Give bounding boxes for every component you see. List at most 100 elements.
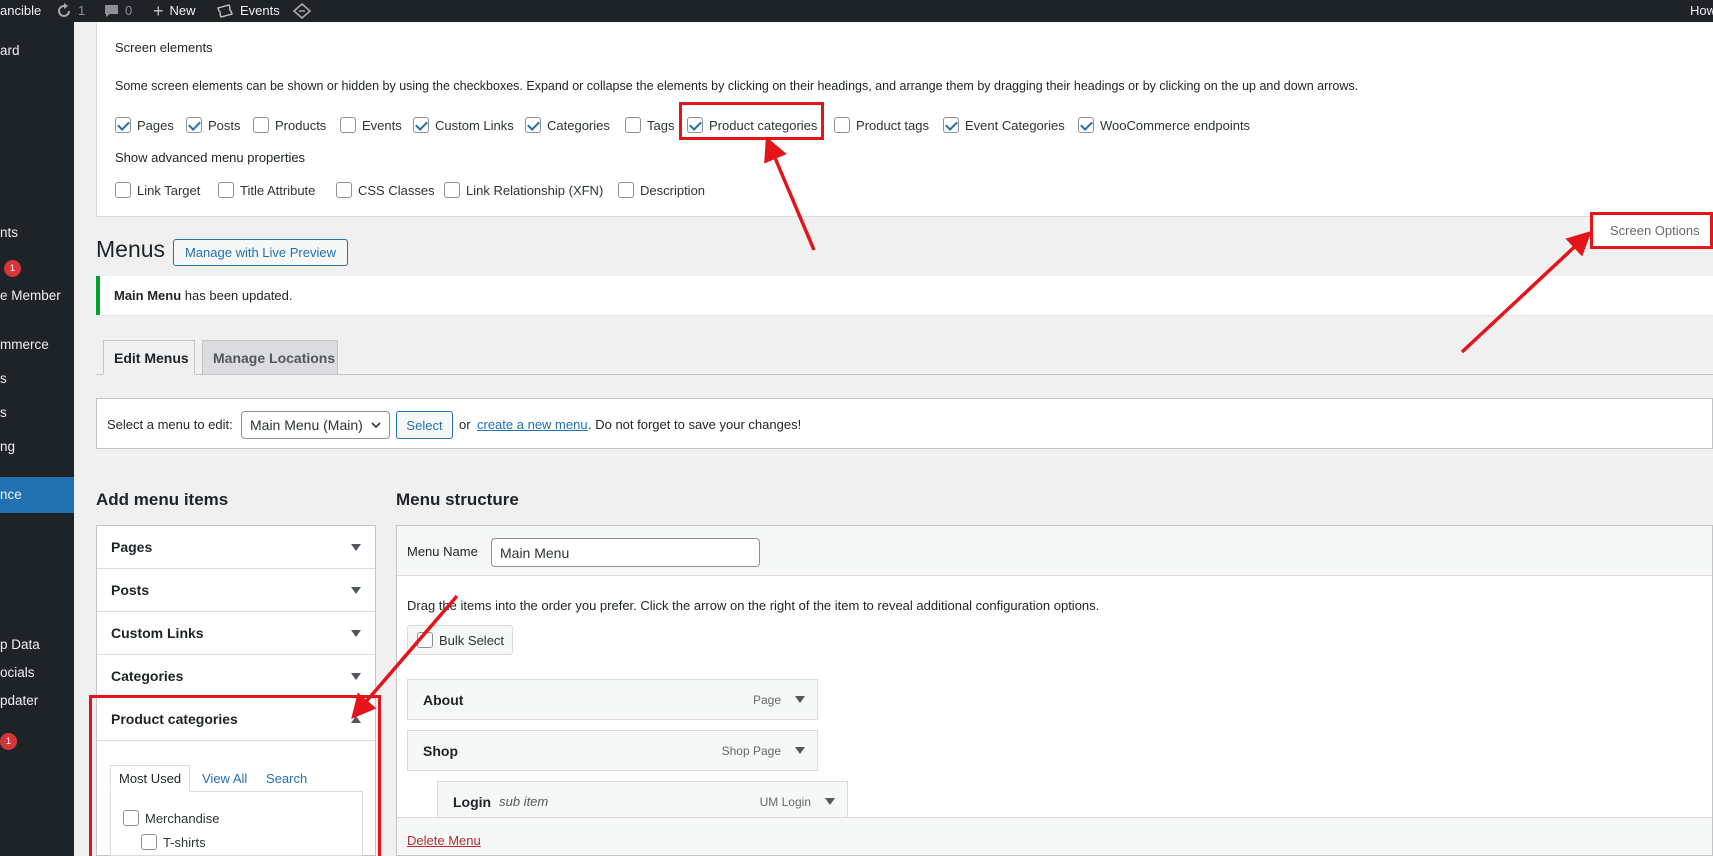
bulk-select-checkbox[interactable]: Bulk Select <box>417 632 504 648</box>
update-badge: 1 <box>0 733 17 750</box>
accordion-pages[interactable]: Pages <box>97 526 375 569</box>
checkbox-product-tags[interactable]: Product tags <box>834 117 929 133</box>
sidebar-item-updater[interactable]: pdater <box>0 693 74 713</box>
accordion-categories[interactable]: Categories <box>97 655 375 698</box>
create-new-menu-link[interactable]: create a new menu <box>477 417 588 432</box>
tabs-divider <box>96 374 1713 375</box>
checkbox-box[interactable] <box>444 182 460 198</box>
checkbox-box[interactable] <box>413 117 429 133</box>
triangle-down-icon <box>351 587 361 594</box>
updates-link[interactable]: 1 <box>56 0 85 22</box>
sidebar-item-marketing[interactable]: ng <box>0 439 74 459</box>
checkbox-box[interactable] <box>340 117 356 133</box>
howdy-link[interactable]: How <box>1690 0 1713 22</box>
triangle-down-icon[interactable] <box>795 696 805 703</box>
page-title: Menus <box>96 236 166 262</box>
menu-item-login[interactable]: Login sub item UM Login <box>437 781 848 822</box>
checkbox-box[interactable] <box>115 182 131 198</box>
menu-item-about[interactable]: About Page <box>407 679 818 720</box>
menu-header: Menu Name Main Menu <box>397 526 1712 576</box>
checkbox-label: Tags <box>647 117 675 133</box>
checkbox-box[interactable] <box>253 117 269 133</box>
accordion-posts[interactable]: Posts <box>97 569 375 612</box>
accordion-custom-links[interactable]: Custom Links <box>97 612 375 655</box>
sidebar-item-label: ocials <box>0 665 35 680</box>
events-link[interactable]: Events <box>217 0 280 22</box>
menu-item-title: About <box>423 691 464 708</box>
menu-name-input[interactable]: Main Menu <box>491 538 760 567</box>
checkbox-box[interactable] <box>525 117 541 133</box>
comment-icon <box>105 5 118 17</box>
checkbox-box[interactable] <box>186 117 202 133</box>
checkbox-categories[interactable]: Categories <box>525 117 610 133</box>
checkbox-css-classes[interactable]: CSS Classes <box>336 182 435 198</box>
tab-most-used[interactable]: Most Used <box>110 765 191 792</box>
sidebar-item-analytics[interactable]: s <box>0 405 74 425</box>
checkbox-label: Product tags <box>856 117 929 133</box>
sidebar-item-woocommerce[interactable]: mmerce <box>0 337 74 357</box>
plugin-menu-link[interactable] <box>292 0 312 22</box>
checkbox-box[interactable] <box>336 182 352 198</box>
comments-link[interactable]: 0 <box>104 0 132 22</box>
sidebar-item-dashboard[interactable]: ard <box>0 43 74 63</box>
add-menu-items-heading: Add menu items <box>96 490 229 509</box>
select-menu-button[interactable]: Select <box>396 411 453 439</box>
sidebar-item-events[interactable]: nts <box>0 225 74 245</box>
site-name: ancible <box>0 3 42 18</box>
sidebar-item-ultimate-member[interactable]: e Member <box>0 288 74 308</box>
checkbox-box[interactable] <box>618 182 634 198</box>
delete-menu-link[interactable]: Delete Menu <box>407 833 481 848</box>
checkbox-tags[interactable]: Tags <box>625 117 674 133</box>
sub-item-label: sub item <box>499 794 549 809</box>
checkbox-pages[interactable]: Pages <box>115 117 174 133</box>
tab-edit-menus[interactable]: Edit Menus <box>103 340 195 375</box>
menu-item-type: Page <box>752 692 781 707</box>
menu-item-title: Login <box>453 793 492 810</box>
menu-select-dropdown[interactable]: Main Menu (Main) <box>241 411 390 439</box>
manage-live-preview-button[interactable]: Manage with Live Preview <box>173 239 348 266</box>
sidebar-item-label: ard <box>0 43 20 58</box>
checkbox-posts[interactable]: Posts <box>186 117 241 133</box>
checkbox-box[interactable] <box>625 117 641 133</box>
checkbox-label: WooCommerce endpoints <box>1100 117 1251 133</box>
site-name-link[interactable]: ancible <box>0 0 41 22</box>
menu-structure-panel: Menu Name Main Menu Drag the items into … <box>396 525 1713 856</box>
checkbox-woocommerce-endpoints[interactable]: WooCommerce endpoints <box>1078 117 1250 133</box>
checkbox-custom-links[interactable]: Custom Links <box>413 117 514 133</box>
new-content-link[interactable]: + New <box>153 0 196 22</box>
checkbox-products[interactable]: Products <box>253 117 326 133</box>
checkbox-label: Posts <box>208 117 241 133</box>
select-menu-label: Select a menu to edit: <box>107 417 233 432</box>
checkbox-event-categories[interactable]: Event Categories <box>943 117 1065 133</box>
checkbox-box[interactable] <box>834 117 850 133</box>
triangle-down-icon[interactable] <box>795 747 805 754</box>
checkbox-box[interactable] <box>417 632 433 648</box>
menu-footer: Delete Menu <box>397 817 1712 855</box>
menu-item-type: Shop Page <box>721 743 781 758</box>
checkbox-label: CSS Classes <box>358 182 435 198</box>
sidebar-item-socials[interactable]: ocials <box>0 665 74 685</box>
checkbox-box[interactable] <box>115 117 131 133</box>
events-label: Events <box>240 3 280 18</box>
checkbox-link-relationship[interactable]: Link Relationship (XFN) <box>444 182 603 198</box>
menu-item-shop[interactable]: Shop Shop Page <box>407 730 818 771</box>
checkbox-box[interactable] <box>943 117 959 133</box>
howdy-label: How <box>1690 3 1713 18</box>
sidebar-item-demo-data[interactable]: p Data <box>0 637 74 657</box>
checkbox-events[interactable]: Events <box>340 117 402 133</box>
checkbox-link-target[interactable]: Link Target <box>115 182 200 198</box>
checkbox-description[interactable]: Description <box>618 182 705 198</box>
sidebar-item-appearance[interactable]: nce <box>0 477 74 513</box>
bulk-select-button[interactable]: Bulk Select <box>407 625 513 655</box>
checkbox-box[interactable] <box>1078 117 1094 133</box>
triangle-down-icon[interactable] <box>825 798 835 805</box>
menu-item-title: Shop <box>423 742 458 759</box>
sidebar-item-products[interactable]: s <box>0 371 74 391</box>
updates-icon <box>58 3 70 17</box>
checkbox-title-attribute[interactable]: Title Attribute <box>218 182 315 198</box>
accordion-label: Categories <box>111 668 184 684</box>
tab-manage-locations[interactable]: Manage Locations <box>202 340 338 375</box>
select-menu-bar: Select a menu to edit: Main Menu (Main) … <box>96 398 1713 449</box>
bulk-select-label: Bulk Select <box>439 632 505 648</box>
checkbox-box[interactable] <box>218 182 234 198</box>
